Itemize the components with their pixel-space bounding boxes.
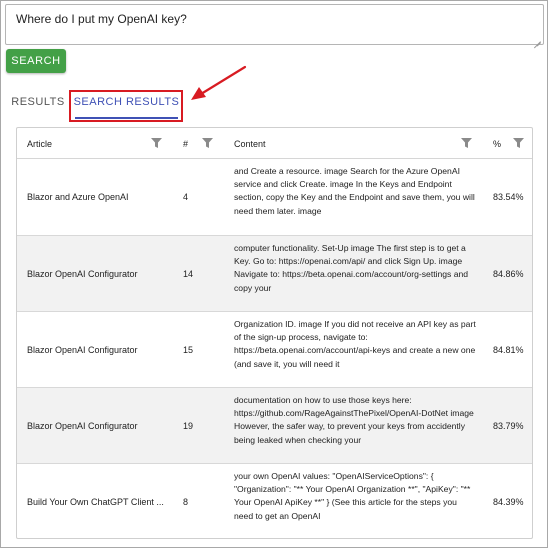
search-results-grid: Article # Content % Blazor and Azure Ope… xyxy=(16,127,533,539)
resize-grip-icon[interactable] xyxy=(534,35,541,42)
cell-article: Blazor OpenAI Configurator xyxy=(27,268,138,279)
cell-number: 4 xyxy=(183,192,189,202)
cell-percent: 84.86% xyxy=(493,268,524,279)
grid-header: Article # Content % xyxy=(17,128,532,159)
column-header-article[interactable]: Article xyxy=(27,128,52,159)
cell-content: Organization ID. image If you did not re… xyxy=(234,319,476,369)
cell-article: Blazor OpenAI Configurator xyxy=(27,344,138,355)
table-row[interactable]: Blazor OpenAI Configurator 15 Organizati… xyxy=(17,312,532,388)
cell-percent: 84.81% xyxy=(493,344,524,355)
table-row[interactable]: Blazor and Azure OpenAI 4 and Create a r… xyxy=(17,159,532,236)
table-row[interactable]: Blazor OpenAI Configurator 19 documentat… xyxy=(17,388,532,464)
search-input-value: Where do I put my OpenAI key? xyxy=(16,12,187,26)
tab-results[interactable]: RESULTS xyxy=(9,89,67,115)
cell-content: computer functionality. Set-Up image The… xyxy=(234,243,469,293)
filter-icon[interactable] xyxy=(461,138,472,148)
cell-percent: 83.79% xyxy=(493,420,524,431)
column-header-content[interactable]: Content xyxy=(234,128,266,159)
annotation-arrow-icon xyxy=(191,65,247,100)
filter-icon[interactable] xyxy=(202,138,213,148)
cell-number: 8 xyxy=(183,496,189,507)
cell-content: and Create a resource. image Search for … xyxy=(234,166,475,216)
cell-number: 14 xyxy=(183,268,194,279)
column-header-percent[interactable]: % xyxy=(493,128,501,159)
page-frame: Where do I put my OpenAI key? SEARCH RES… xyxy=(0,0,548,548)
cell-article: Blazor and Azure OpenAI xyxy=(27,192,129,202)
filter-icon[interactable] xyxy=(513,138,524,148)
filter-icon[interactable] xyxy=(151,138,162,148)
cell-article: Build Your Own ChatGPT Client ... xyxy=(27,496,164,507)
cell-number: 15 xyxy=(183,344,194,355)
cell-number: 19 xyxy=(183,420,194,431)
column-header-number[interactable]: # xyxy=(183,128,188,159)
search-input[interactable]: Where do I put my OpenAI key? xyxy=(5,4,544,45)
cell-article: Blazor OpenAI Configurator xyxy=(27,420,138,431)
cell-percent: 83.54% xyxy=(493,192,524,202)
annotation-highlight-box xyxy=(69,90,183,122)
table-row[interactable]: Build Your Own ChatGPT Client ... 8 your… xyxy=(17,464,532,538)
table-row[interactable]: Blazor OpenAI Configurator 14 computer f… xyxy=(17,236,532,312)
search-button[interactable]: SEARCH xyxy=(6,49,66,73)
cell-content: documentation on how to use those keys h… xyxy=(234,395,474,445)
cell-content: your own OpenAI values: "OpenAIServiceOp… xyxy=(234,471,471,521)
cell-percent: 84.39% xyxy=(493,496,524,507)
